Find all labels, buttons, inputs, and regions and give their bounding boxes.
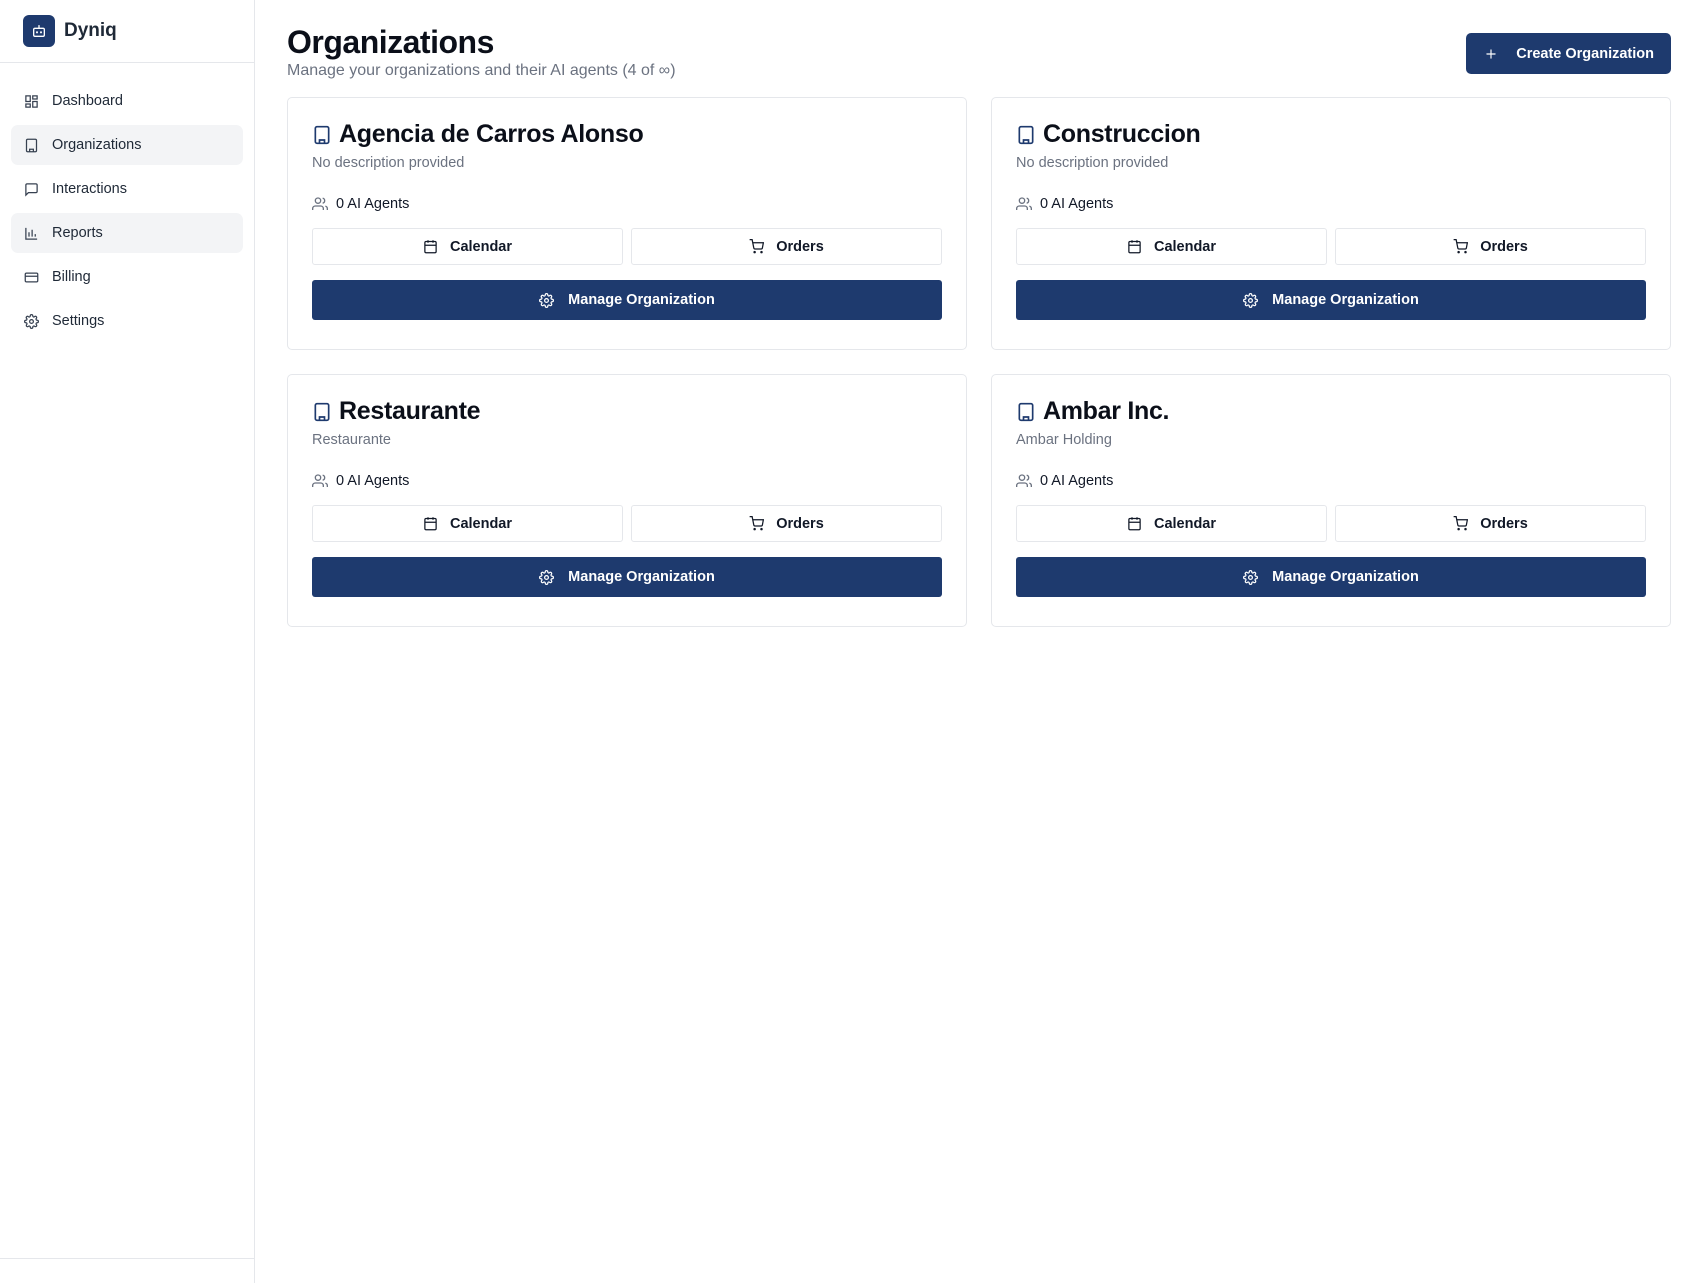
- organization-description: Restaurante: [312, 432, 391, 448]
- sidebar-item-label: Organizations: [52, 137, 142, 153]
- sidebar-item-label: Reports: [52, 225, 103, 241]
- agents-count-label: 0 AI Agents: [1040, 473, 1114, 489]
- orders-button-label: Orders: [776, 515, 824, 532]
- orders-button-label: Orders: [776, 238, 824, 255]
- calendar-button-label: Calendar: [449, 238, 513, 255]
- gear-icon: [1243, 292, 1259, 308]
- calendar-button[interactable]: Calendar: [312, 228, 623, 265]
- manage-organization-button[interactable]: Manage Organization: [312, 280, 942, 320]
- manage-organization-button[interactable]: Manage Organization: [312, 557, 942, 597]
- building-icon: [1016, 125, 1036, 145]
- gear-icon: [539, 292, 555, 308]
- agents-count-label: 0 AI Agents: [1040, 196, 1114, 212]
- organization-name: Restaurante: [339, 397, 481, 425]
- calendar-icon: [423, 516, 438, 531]
- organization-card: Ambar Inc. Ambar Holding 0 AI Agents Cal…: [991, 374, 1671, 627]
- bar-chart-icon: [24, 226, 39, 241]
- orders-button[interactable]: Orders: [1335, 228, 1646, 265]
- calendar-button-label: Calendar: [1153, 515, 1217, 532]
- agents-count-label: 0 AI Agents: [336, 473, 410, 489]
- brand-name: Dyniq: [64, 20, 117, 41]
- sidebar-item-interactions[interactable]: Interactions: [11, 169, 243, 209]
- main-content: Organizations Manage your organizations …: [255, 0, 1693, 1283]
- shopping-cart-icon: [1453, 516, 1469, 531]
- shopping-cart-icon: [749, 239, 765, 254]
- bot-icon: [23, 15, 55, 47]
- create-organization-label: Create Organization: [1516, 45, 1654, 62]
- shopping-cart-icon: [749, 516, 765, 531]
- orders-button[interactable]: Orders: [631, 228, 942, 265]
- organization-description: No description provided: [1016, 155, 1169, 171]
- building-icon: [312, 402, 332, 422]
- credit-card-icon: [24, 270, 39, 285]
- calendar-icon: [423, 239, 438, 254]
- page-title: Organizations: [287, 24, 494, 60]
- users-icon: [312, 196, 328, 212]
- agents-count: 0 AI Agents: [1016, 473, 1646, 489]
- orders-button-label: Orders: [1480, 515, 1528, 532]
- manage-organization-button[interactable]: Manage Organization: [1016, 280, 1646, 320]
- building-icon: [312, 125, 332, 145]
- sidebar-item-label: Dashboard: [52, 93, 123, 109]
- agents-count: 0 AI Agents: [312, 196, 942, 212]
- users-icon: [312, 473, 328, 489]
- create-organization-button[interactable]: Create Organization: [1466, 33, 1671, 74]
- manage-organization-label: Manage Organization: [568, 569, 715, 585]
- agents-count-label: 0 AI Agents: [336, 196, 410, 212]
- calendar-icon: [1127, 239, 1142, 254]
- gear-icon: [24, 313, 39, 329]
- orders-button-label: Orders: [1480, 238, 1528, 255]
- organization-name: Construccion: [1043, 120, 1201, 148]
- calendar-button[interactable]: Calendar: [1016, 505, 1327, 542]
- calendar-button-label: Calendar: [1153, 238, 1217, 255]
- users-icon: [1016, 196, 1032, 212]
- agents-count: 0 AI Agents: [312, 473, 942, 489]
- sidebar-item-settings[interactable]: Settings: [11, 301, 243, 341]
- sidebar-item-billing[interactable]: Billing: [11, 257, 243, 297]
- organization-grid: Agencia de Carros Alonso No description …: [287, 97, 1671, 627]
- plus-icon: [1484, 47, 1498, 61]
- shopping-cart-icon: [1453, 239, 1469, 254]
- manage-organization-label: Manage Organization: [568, 292, 715, 308]
- sidebar-item-label: Settings: [52, 313, 105, 329]
- organization-card: Construccion No description provided 0 A…: [991, 97, 1671, 350]
- message-square-icon: [24, 182, 39, 197]
- manage-organization-label: Manage Organization: [1272, 569, 1419, 585]
- orders-button[interactable]: Orders: [1335, 505, 1646, 542]
- organization-card: Restaurante Restaurante 0 AI Agents Cale…: [287, 374, 967, 627]
- building-icon: [1016, 402, 1036, 422]
- sidebar-nav: Dashboard Organizations Interactions Rep…: [0, 63, 254, 341]
- manage-organization-button[interactable]: Manage Organization: [1016, 557, 1646, 597]
- organization-name: Agencia de Carros Alonso: [339, 120, 644, 148]
- users-icon: [1016, 473, 1032, 489]
- sidebar-item-label: Billing: [52, 269, 91, 285]
- dashboard-grid-icon: [24, 94, 39, 109]
- organization-card: Agencia de Carros Alonso No description …: [287, 97, 967, 350]
- calendar-button[interactable]: Calendar: [312, 505, 623, 542]
- brand[interactable]: Dyniq: [0, 0, 254, 63]
- calendar-button-label: Calendar: [449, 515, 513, 532]
- organization-description: Ambar Holding: [1016, 432, 1112, 448]
- orders-button[interactable]: Orders: [631, 505, 942, 542]
- calendar-button[interactable]: Calendar: [1016, 228, 1327, 265]
- sidebar: Dyniq Dashboard Organizations Interactio…: [0, 0, 255, 1283]
- app-root: Dyniq Dashboard Organizations Interactio…: [0, 0, 1693, 1283]
- sidebar-item-dashboard[interactable]: Dashboard: [11, 81, 243, 121]
- gear-icon: [1243, 569, 1259, 585]
- page-header: Organizations Manage your organizations …: [287, 22, 1671, 80]
- building-icon: [24, 138, 39, 153]
- manage-organization-label: Manage Organization: [1272, 292, 1419, 308]
- calendar-icon: [1127, 516, 1142, 531]
- sidebar-item-organizations[interactable]: Organizations: [11, 125, 243, 165]
- organization-name: Ambar Inc.: [1043, 397, 1170, 425]
- sidebar-footer-divider: [0, 1258, 254, 1259]
- organization-description: No description provided: [312, 155, 465, 171]
- page-subtitle: Manage your organizations and their AI a…: [287, 62, 676, 79]
- gear-icon: [539, 569, 555, 585]
- agents-count: 0 AI Agents: [1016, 196, 1646, 212]
- sidebar-item-label: Interactions: [52, 181, 127, 197]
- sidebar-item-reports[interactable]: Reports: [11, 213, 243, 253]
